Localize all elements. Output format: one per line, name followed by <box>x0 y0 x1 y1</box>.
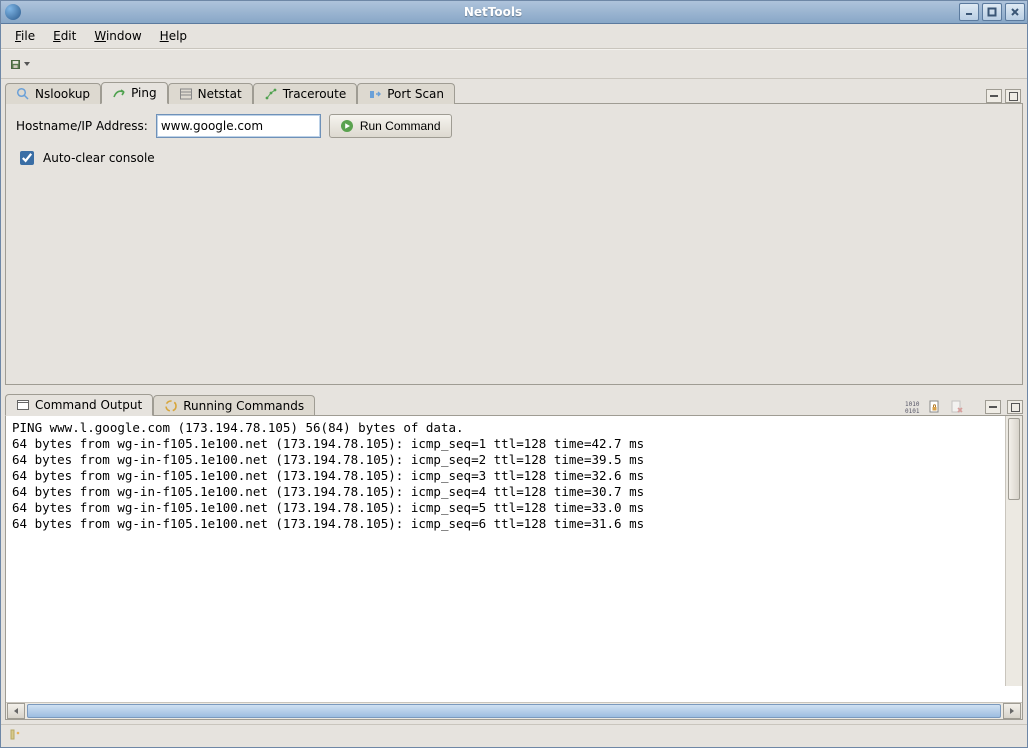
netstat-icon <box>179 87 193 101</box>
hostname-label: Hostname/IP Address: <box>16 119 148 133</box>
tab-label: Port Scan <box>387 87 444 101</box>
menu-file[interactable]: File <box>7 26 43 46</box>
play-icon <box>340 119 354 133</box>
top-pane-controls <box>986 89 1023 103</box>
top-tab-strip: Nslookup Ping Netstat Traceroute <box>5 79 1023 103</box>
menu-window[interactable]: Window <box>86 26 149 46</box>
lower-pane: Command Output Running Commands 10100101 <box>5 391 1023 720</box>
chevron-left-icon <box>12 707 20 715</box>
toolbar-save-button[interactable] <box>5 52 36 76</box>
ping-panel: Hostname/IP Address: Run Command Auto-cl… <box>5 103 1023 385</box>
minimize-button[interactable] <box>959 3 979 21</box>
menubar: File Edit Window Help <box>1 24 1027 49</box>
ping-icon <box>112 86 126 100</box>
hostname-row: Hostname/IP Address: Run Command <box>16 114 1012 138</box>
autoclear-row: Auto-clear console <box>16 148 1012 168</box>
scroll-right-button[interactable] <box>1003 703 1021 719</box>
maximize-icon <box>987 7 997 17</box>
statusbar <box>1 724 1027 747</box>
menu-help[interactable]: Help <box>152 26 195 46</box>
minimize-icon <box>964 7 974 17</box>
horizontal-scroll-thumb[interactable] <box>27 704 1001 718</box>
autoclear-checkbox[interactable] <box>20 151 34 165</box>
hostname-input[interactable] <box>156 114 321 138</box>
app-icon <box>5 4 21 20</box>
pane-minimize-button[interactable] <box>986 89 1002 103</box>
pane-maximize-button[interactable] <box>1005 89 1021 103</box>
svg-text:0101: 0101 <box>905 408 920 415</box>
window-title: NetTools <box>27 5 959 19</box>
command-output-box: PING www.l.google.com (173.194.78.105) 5… <box>5 415 1023 720</box>
tab-label: Netstat <box>198 87 242 101</box>
content-area: Nslookup Ping Netstat Traceroute <box>1 79 1027 724</box>
vertical-scrollbar[interactable] <box>1005 416 1022 686</box>
status-indicator-icon[interactable] <box>7 728 23 744</box>
close-icon <box>1010 7 1020 17</box>
toolbar <box>1 49 1027 79</box>
output-viewport: PING www.l.google.com (173.194.78.105) 5… <box>6 416 1022 702</box>
tab-netstat[interactable]: Netstat <box>168 83 253 104</box>
tab-label: Command Output <box>35 398 142 412</box>
lock-page-icon[interactable] <box>927 399 943 415</box>
tab-portscan[interactable]: Port Scan <box>357 83 455 104</box>
menu-edit[interactable]: Edit <box>45 26 84 46</box>
tab-command-output[interactable]: Command Output <box>5 394 153 416</box>
app-window: NetTools File Edit Window Help <box>0 0 1028 748</box>
autoclear-label: Auto-clear console <box>43 151 155 165</box>
save-icon <box>10 59 21 70</box>
dropdown-icon <box>23 60 31 68</box>
tab-ping[interactable]: Ping <box>101 82 168 104</box>
ping-panel-spacer <box>16 178 1012 374</box>
tab-traceroute[interactable]: Traceroute <box>253 83 358 104</box>
output-text[interactable]: PING www.l.google.com (173.194.78.105) 5… <box>6 416 1022 536</box>
tab-label: Nslookup <box>35 87 90 101</box>
run-command-button[interactable]: Run Command <box>329 114 452 138</box>
chevron-right-icon <box>1008 707 1016 715</box>
output-pane-minimize-button[interactable] <box>985 400 1001 414</box>
run-command-label: Run Command <box>360 119 441 133</box>
output-pane-maximize-button[interactable] <box>1007 400 1023 414</box>
tab-label: Ping <box>131 86 157 100</box>
vertical-scroll-thumb[interactable] <box>1008 418 1020 500</box>
close-button[interactable] <box>1005 3 1025 21</box>
svg-text:1010: 1010 <box>905 401 920 408</box>
scroll-left-button[interactable] <box>7 703 25 719</box>
terminal-icon <box>16 398 30 412</box>
titlebar[interactable]: NetTools <box>1 1 1027 24</box>
binary-icon[interactable]: 10100101 <box>905 399 921 415</box>
bottom-tab-strip: Command Output Running Commands 10100101 <box>5 391 1023 415</box>
output-toolbar: 10100101 <box>905 399 1023 415</box>
nslookup-icon <box>16 87 30 101</box>
delete-page-icon[interactable] <box>949 399 965 415</box>
tab-nslookup[interactable]: Nslookup <box>5 83 101 104</box>
horizontal-scrollbar[interactable] <box>6 702 1022 719</box>
tab-label: Running Commands <box>183 399 304 413</box>
horizontal-scroll-track[interactable] <box>27 704 1001 718</box>
maximize-button[interactable] <box>982 3 1002 21</box>
running-icon <box>164 399 178 413</box>
tab-label: Traceroute <box>283 87 347 101</box>
traceroute-icon <box>264 87 278 101</box>
tab-running-commands[interactable]: Running Commands <box>153 395 315 416</box>
portscan-icon <box>368 87 382 101</box>
